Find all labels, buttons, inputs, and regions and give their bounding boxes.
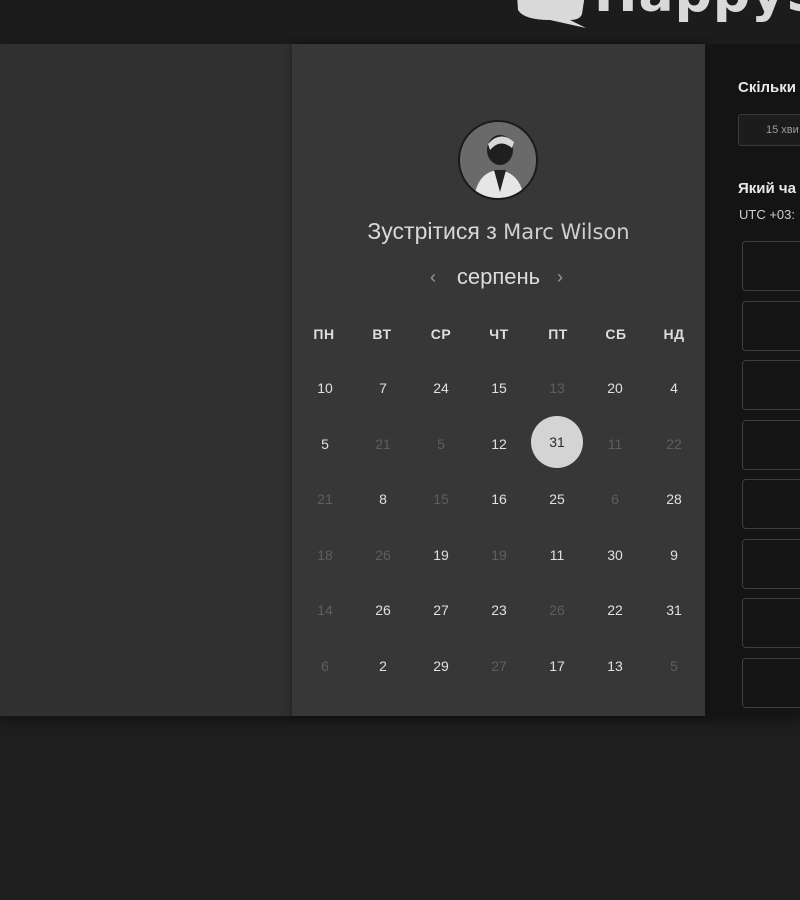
calendar-day[interactable]: 9 bbox=[648, 529, 700, 581]
meeting-title-prefix: Зустрітися з bbox=[367, 218, 497, 244]
time-slot[interactable] bbox=[742, 539, 800, 589]
calendar-day: 15 bbox=[433, 491, 449, 507]
calendar-day[interactable]: 30 bbox=[589, 529, 641, 581]
duration-label: Скільки bbox=[738, 79, 796, 96]
calendar-day: 11 bbox=[607, 436, 623, 452]
calendar-day[interactable]: 8 bbox=[357, 473, 409, 525]
weekday-header: НД bbox=[663, 326, 685, 342]
calendar-day[interactable]: 22 bbox=[589, 584, 641, 636]
calendar-day: 21 bbox=[375, 436, 391, 452]
calendar-day[interactable]: 24 bbox=[415, 362, 467, 414]
time-panel: Скільки 15 хви Який ча UTC +03: bbox=[705, 44, 800, 716]
time-slot[interactable] bbox=[742, 241, 800, 291]
calendar-day[interactable]: 5 bbox=[299, 418, 351, 470]
calendar-day: 26 bbox=[375, 547, 391, 563]
weekday-header: ПТ bbox=[548, 326, 568, 342]
calendar-day[interactable]: 11 bbox=[531, 529, 583, 581]
meeting-title: Зустрітися з Marc Wilson bbox=[292, 218, 705, 245]
calendar-day[interactable]: 15 bbox=[473, 362, 525, 414]
calendar-day: 22 bbox=[666, 436, 682, 452]
weekday-header: ВТ bbox=[372, 326, 392, 342]
time-slot[interactable] bbox=[742, 360, 800, 410]
weekday-header: СБ bbox=[605, 326, 627, 342]
calendar-day-selected[interactable]: 31 bbox=[531, 416, 583, 468]
time-slot[interactable] bbox=[742, 420, 800, 470]
calendar-day[interactable]: 12 bbox=[473, 418, 525, 470]
calendar-day[interactable]: 7 bbox=[357, 362, 409, 414]
top-bar: HappySig bbox=[0, 0, 800, 44]
time-slot[interactable] bbox=[742, 301, 800, 351]
calendar-day[interactable]: 16 bbox=[473, 473, 525, 525]
speech-bubble-icon bbox=[517, 0, 586, 28]
calendar-day: 5 bbox=[670, 658, 678, 674]
chevron-right-icon[interactable]: › bbox=[557, 267, 563, 288]
timezone-label[interactable]: UTC +03: bbox=[739, 207, 795, 222]
avatar bbox=[458, 120, 538, 200]
host-name: Marc Wilson bbox=[503, 220, 630, 244]
month-navigation: серпень ‹ › bbox=[292, 264, 705, 294]
time-slot[interactable] bbox=[742, 658, 800, 708]
weekday-header: ПН bbox=[313, 326, 335, 342]
calendar-day[interactable]: 27 bbox=[415, 584, 467, 636]
calendar-card: Зустрітися з Marc Wilson серпень ‹ › ПН В… bbox=[292, 44, 705, 716]
chevron-left-icon[interactable]: ‹ bbox=[430, 267, 436, 288]
calendar-day[interactable]: 20 bbox=[589, 362, 641, 414]
calendar-day: 26 bbox=[549, 602, 565, 618]
calendar-day: 5 bbox=[437, 436, 445, 452]
time-slot[interactable] bbox=[742, 598, 800, 648]
calendar-day: 27 bbox=[491, 658, 507, 674]
calendar-day[interactable]: 25 bbox=[531, 473, 583, 525]
duration-select[interactable]: 15 хви bbox=[738, 114, 800, 146]
weekday-header: СР bbox=[430, 326, 452, 342]
calendar-day: 18 bbox=[317, 547, 333, 563]
calendar-day[interactable]: 19 bbox=[415, 529, 467, 581]
calendar-day[interactable]: 17 bbox=[531, 640, 583, 692]
calendar-day: 13 bbox=[549, 380, 565, 396]
calendar-day[interactable]: 29 bbox=[415, 640, 467, 692]
weekday-header: ЧТ bbox=[489, 326, 509, 342]
month-label: серпень bbox=[456, 264, 541, 289]
calendar-day: 21 bbox=[317, 491, 333, 507]
time-slot[interactable] bbox=[742, 479, 800, 529]
calendar-day[interactable]: 31 bbox=[648, 584, 700, 636]
logo-text: HappySig bbox=[594, 0, 800, 24]
calendar-day[interactable]: 26 bbox=[357, 584, 409, 636]
time-label: Який ча bbox=[738, 180, 796, 197]
calendar-day: 6 bbox=[321, 658, 329, 674]
calendar-day: 6 bbox=[611, 491, 619, 507]
calendar-day[interactable]: 10 bbox=[299, 362, 351, 414]
calendar-day[interactable]: 28 bbox=[648, 473, 700, 525]
calendar-day: 19 bbox=[491, 547, 507, 563]
calendar-day[interactable]: 4 bbox=[648, 362, 700, 414]
calendar-day: 14 bbox=[317, 602, 333, 618]
calendar-day[interactable]: 23 bbox=[473, 584, 525, 636]
calendar-day[interactable]: 13 bbox=[589, 640, 641, 692]
calendar-day[interactable]: 2 bbox=[357, 640, 409, 692]
